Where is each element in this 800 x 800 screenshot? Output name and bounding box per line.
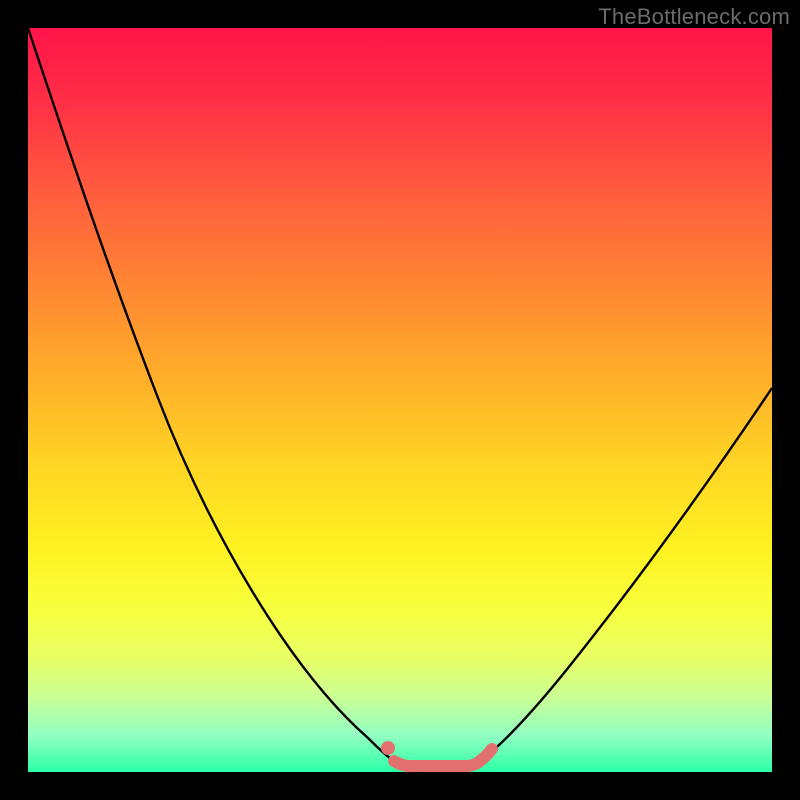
chart-frame: TheBottleneck.com <box>0 0 800 800</box>
optimal-zone <box>381 741 492 766</box>
optimal-right-tail <box>480 749 492 761</box>
right-curve <box>480 388 772 761</box>
left-knee-dot <box>381 741 395 755</box>
optimal-flat-segment <box>394 761 480 766</box>
curve-group <box>28 28 772 761</box>
chart-svg <box>28 28 772 772</box>
left-curve <box>28 28 394 761</box>
plot-area <box>28 28 772 772</box>
watermark-text: TheBottleneck.com <box>598 4 790 30</box>
